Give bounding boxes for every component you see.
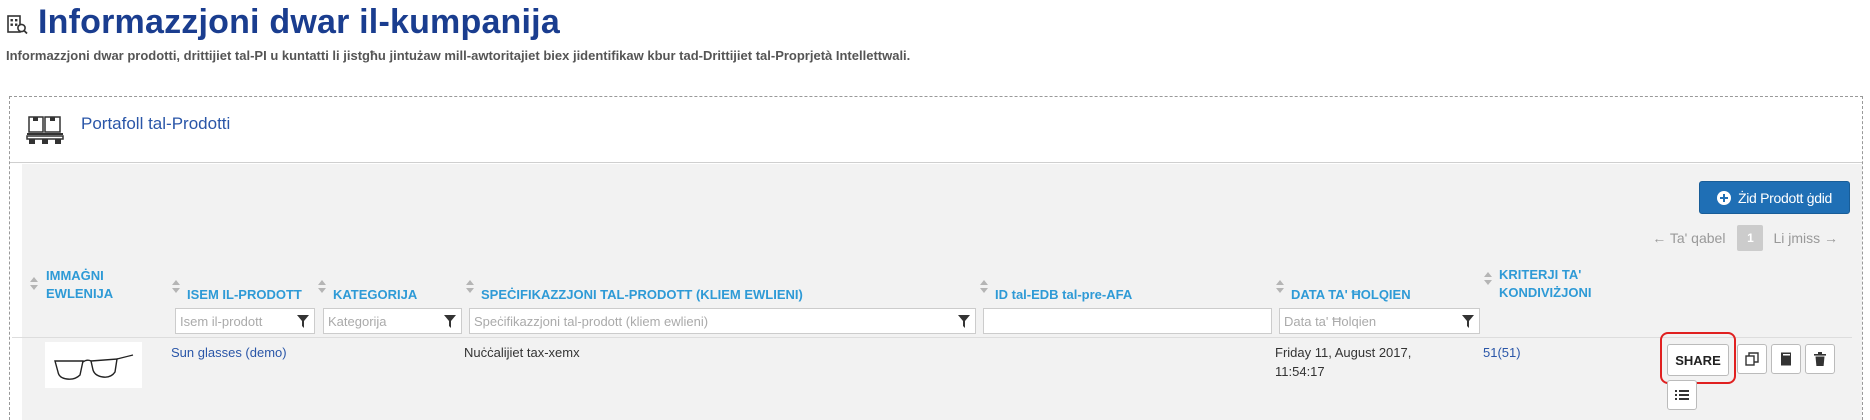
column-header-name[interactable]: ISEM IL-PRODOTT xyxy=(187,286,302,304)
filter-edb-id-input[interactable] xyxy=(988,309,1271,333)
sort-icon[interactable] xyxy=(1484,272,1492,286)
sort-icon[interactable] xyxy=(1276,280,1284,294)
filter-edb-id[interactable] xyxy=(983,308,1272,334)
copy-icon xyxy=(1745,352,1759,366)
page-title: Informazzjoni dwar il-kumpanija xyxy=(38,2,560,41)
details-button[interactable] xyxy=(1771,344,1801,374)
sort-icon[interactable] xyxy=(318,280,326,294)
add-product-label: Żid Prodott ġdid xyxy=(1737,189,1832,206)
trash-icon xyxy=(1814,352,1826,366)
product-name-link[interactable]: Sun glasses (demo) xyxy=(171,343,287,362)
filter-date-input[interactable] xyxy=(1284,309,1479,333)
filter-category[interactable] xyxy=(323,308,462,334)
column-header-criteria[interactable]: KRITERJI TA' KONDIVIŻJONI xyxy=(1499,266,1609,302)
filter-name[interactable] xyxy=(175,308,315,334)
list-button[interactable] xyxy=(1667,380,1697,410)
column-header-date[interactable]: DATA TA' ĦOLQIEN xyxy=(1291,286,1411,304)
sort-icon[interactable] xyxy=(980,280,988,294)
product-spec: Nuċċalijiet tax-xemx xyxy=(464,345,580,360)
filter-funnel-icon[interactable] xyxy=(958,315,970,328)
list-icon xyxy=(1675,390,1689,400)
filter-spec-input[interactable] xyxy=(474,309,975,333)
creation-date-line2: 11:54:17 xyxy=(1275,364,1325,379)
creation-date-line1: Friday 11, August 2017, xyxy=(1275,345,1412,360)
pager-previous[interactable]: ← Ta' qabel xyxy=(1652,230,1725,246)
filter-spec[interactable] xyxy=(469,308,976,334)
page-header: Informazzjoni dwar il-kumpanija Informaz… xyxy=(6,2,1866,64)
filter-category-input[interactable] xyxy=(328,309,461,333)
book-icon xyxy=(1781,352,1791,366)
filter-funnel-icon[interactable] xyxy=(297,315,309,328)
sort-icon[interactable] xyxy=(30,277,38,291)
sort-icon[interactable] xyxy=(172,280,180,294)
filter-name-input[interactable] xyxy=(180,309,314,333)
share-button[interactable]: SHARE xyxy=(1667,344,1729,376)
products-panel: Portafoll tal-Prodotti Żid Prodott ġdid … xyxy=(9,96,1863,420)
table-row-divider xyxy=(12,337,1852,338)
plus-circle-icon xyxy=(1716,190,1731,205)
add-product-button[interactable]: Żid Prodott ġdid xyxy=(1698,181,1850,214)
column-header-spec[interactable]: SPEĊIFIKAZZJONI TAL-PRODOTT (KLIEM EWLIE… xyxy=(481,286,803,304)
filter-date[interactable] xyxy=(1279,308,1480,334)
column-header-image[interactable]: IMMAĠNI EWLENIJA xyxy=(46,267,136,303)
filter-funnel-icon[interactable] xyxy=(444,315,456,328)
pager-current-page[interactable]: 1 xyxy=(1737,225,1764,251)
copy-button[interactable] xyxy=(1737,344,1767,374)
page-subtitle: Informazzjoni dwar prodotti, drittijiet … xyxy=(6,48,911,63)
building-icon xyxy=(7,15,28,35)
filter-funnel-icon[interactable] xyxy=(1462,315,1474,328)
sort-icon[interactable] xyxy=(466,280,474,294)
page-title-row: Informazzjoni dwar il-kumpanija xyxy=(6,2,1866,42)
pager-next[interactable]: Li jmiss → xyxy=(1773,230,1838,246)
panel-heading: Portafoll tal-Prodotti xyxy=(10,97,1862,163)
sunglasses-thumbnail[interactable] xyxy=(45,342,142,388)
column-header-category[interactable]: KATEGORIJA xyxy=(333,286,417,304)
sharing-criteria-link[interactable]: 51(51) xyxy=(1483,343,1521,362)
pagination: ← Ta' qabel 1 Li jmiss → xyxy=(1652,225,1838,251)
products-pallet-icon xyxy=(26,116,64,144)
column-header-edb-id[interactable]: ID tal-EDB tal-pre-AFA xyxy=(995,286,1132,304)
panel-title: Portafoll tal-Prodotti xyxy=(81,114,231,133)
delete-button[interactable] xyxy=(1805,344,1835,374)
